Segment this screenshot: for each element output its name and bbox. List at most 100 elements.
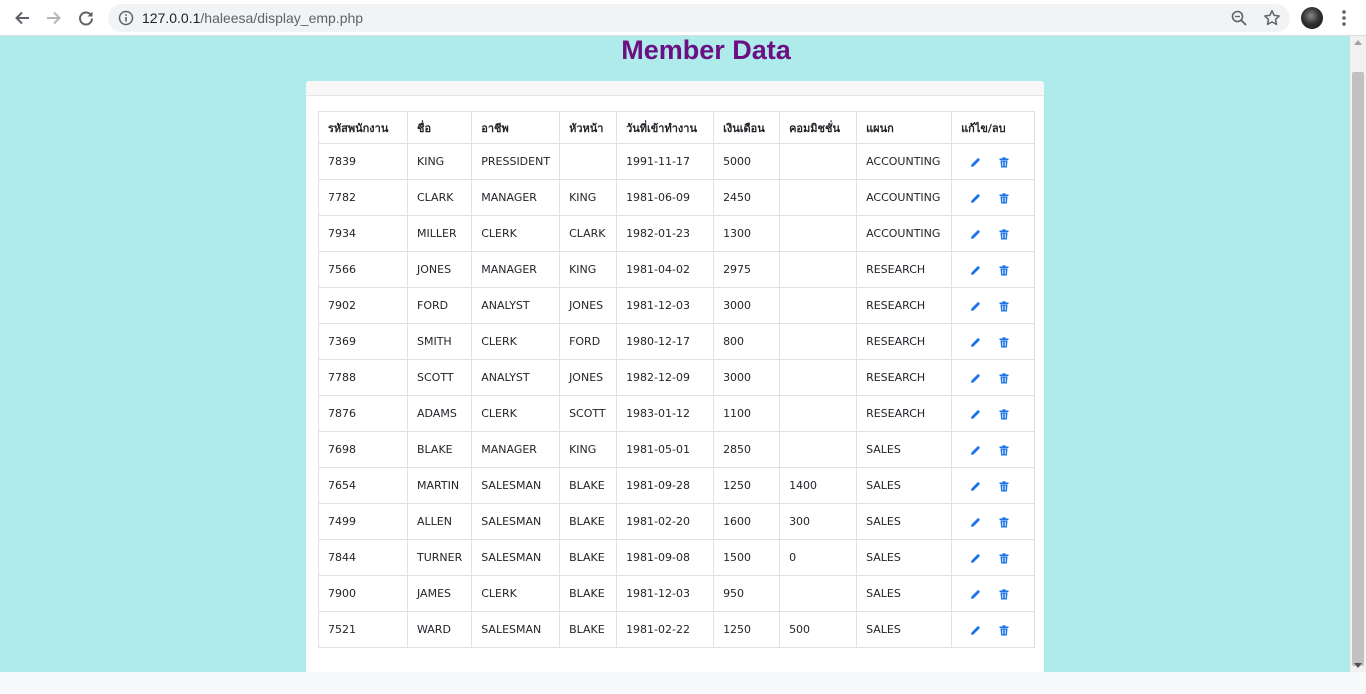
cell-emp-id: 7876 [318,395,408,432]
trash-icon[interactable] [999,408,1009,420]
cell-manager: BLAKE [559,611,618,648]
cell-job: ANALYST [471,287,561,324]
cell-actions [951,611,1036,648]
info-icon[interactable] [118,10,134,26]
trash-icon[interactable] [999,228,1009,240]
cell-department: ACCOUNTING [856,179,953,216]
table-row: 7900 JAMES CLERK BLAKE 1981-12-03 950 SALES [318,575,1036,612]
col-header-manager: หัวหน้า [559,111,618,144]
url-text[interactable]: 127.0.0.1/haleesa/display_emp.php [142,10,363,26]
edit-icon[interactable] [970,373,981,384]
table-row: 7839 KING PRESSIDENT 1991-11-17 5000 ACCOUNTI… [318,143,1036,180]
card-header [306,81,1044,96]
cell-commission: 300 [779,503,858,540]
table-row: 7782 CLARK MANAGER KING 1981-06-09 2450 ACCOUN… [318,179,1036,216]
cell-job: MANAGER [471,431,561,468]
star-icon[interactable] [1263,9,1281,27]
edit-icon[interactable] [970,265,981,276]
cell-manager: CLARK [559,215,618,252]
col-header-salary: เงินเดือน [713,111,781,144]
trash-icon[interactable] [999,444,1009,456]
url-host: 127.0.0.1 [142,10,201,26]
cell-name: JONES [406,251,473,288]
cell-commission [779,251,858,288]
edit-icon[interactable] [970,157,981,168]
vertical-scrollbar[interactable] [1350,36,1366,672]
cell-salary: 1500 [713,539,781,576]
trash-icon[interactable] [999,372,1009,384]
cell-actions [951,467,1036,504]
address-bar[interactable]: 127.0.0.1/haleesa/display_emp.php [108,4,1290,32]
cell-hire-date: 1981-12-03 [616,575,715,612]
cell-commission [779,575,858,612]
trash-icon[interactable] [999,552,1009,564]
table-row: 7566 JONES MANAGER KING 1981-04-02 2975 RESEAR… [318,251,1036,288]
edit-icon[interactable] [970,589,981,600]
cell-manager: KING [559,179,618,216]
cell-department: RESEARCH [856,395,953,432]
cell-hire-date: 1982-01-23 [616,215,715,252]
edit-icon[interactable] [970,517,981,528]
cell-hire-date: 1982-12-09 [616,359,715,396]
reload-icon [79,11,93,26]
scroll-down-icon[interactable] [1354,663,1362,668]
edit-icon[interactable] [970,553,981,564]
cell-salary: 800 [713,323,781,360]
zoom-icon[interactable] [1230,9,1248,27]
scroll-up-icon[interactable] [1354,40,1362,45]
cell-name: TURNER [406,539,473,576]
edit-icon[interactable] [970,229,981,240]
cell-name: BLAKE [406,431,473,468]
cell-job: PRESSIDENT [471,143,561,180]
table-body: 7839 KING PRESSIDENT 1991-11-17 5000 ACCOUNTI… [318,143,1036,648]
trash-icon[interactable] [999,516,1009,528]
arrow-right-icon [47,11,61,25]
trash-icon[interactable] [999,300,1009,312]
edit-icon[interactable] [970,445,981,456]
cell-hire-date: 1991-11-17 [616,143,715,180]
cell-department: ACCOUNTING [856,143,953,180]
cell-job: MANAGER [471,251,561,288]
cell-job: CLERK [471,323,561,360]
col-header-emp-id: รหัสพนักงาน [318,111,408,144]
cell-department: RESEARCH [856,323,953,360]
cell-actions [951,431,1036,468]
back-button[interactable] [10,6,34,30]
trash-icon[interactable] [999,480,1009,492]
cell-emp-id: 7839 [318,143,408,180]
cell-job: SALESMAN [471,467,561,504]
table-row: 7876 ADAMS CLERK SCOTT 1983-01-12 1100 RESEARC… [318,395,1036,432]
table-header-row: รหัสพนักงาน ชื่อ อาชีพ หัวหน้า วันที่เข้… [318,111,1036,144]
cell-department: SALES [856,503,953,540]
trash-icon[interactable] [999,588,1009,600]
profile-avatar[interactable] [1301,7,1323,29]
cell-commission [779,395,858,432]
cell-actions [951,359,1036,396]
edit-icon[interactable] [970,409,981,420]
col-header-name: ชื่อ [406,111,473,144]
trash-icon[interactable] [999,624,1009,636]
edit-icon[interactable] [970,193,981,204]
cell-salary: 2450 [713,179,781,216]
reload-button[interactable] [74,6,98,30]
scroll-thumb[interactable] [1352,72,1364,666]
trash-icon[interactable] [999,264,1009,276]
trash-icon[interactable] [999,336,1009,348]
trash-icon[interactable] [999,192,1009,204]
cell-manager: JONES [559,287,618,324]
arrow-left-icon [15,11,29,25]
cell-name: FORD [406,287,473,324]
cell-commission [779,143,858,180]
edit-icon[interactable] [970,337,981,348]
more-vert-icon[interactable] [1336,8,1352,28]
cell-department: SALES [856,539,953,576]
forward-button[interactable] [42,6,66,30]
cell-manager [559,143,618,180]
edit-icon[interactable] [970,481,981,492]
edit-icon[interactable] [970,301,981,312]
cell-actions [951,143,1036,180]
trash-icon[interactable] [999,156,1009,168]
cell-job: SALESMAN [471,503,561,540]
edit-icon[interactable] [970,625,981,636]
cell-salary: 1250 [713,467,781,504]
